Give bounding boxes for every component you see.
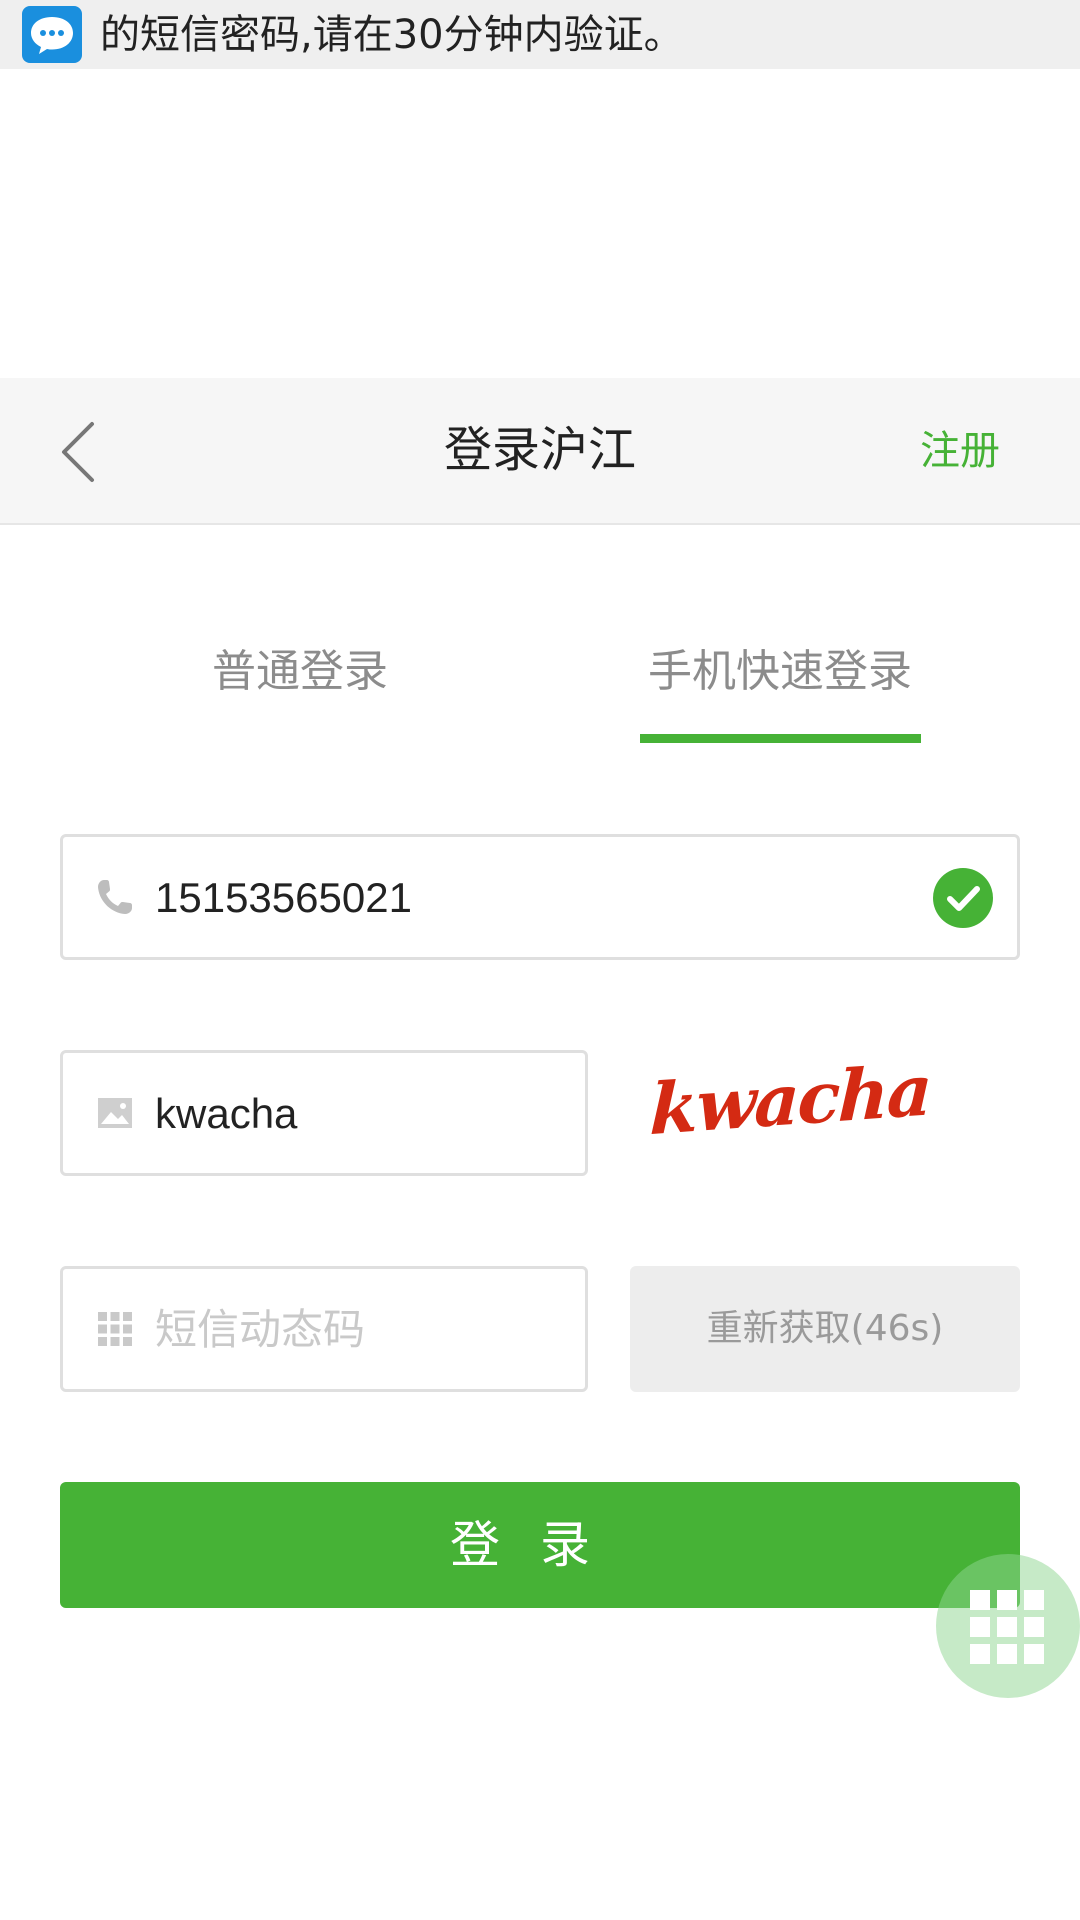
sms-code-placeholder: 短信动态码 [155, 1305, 366, 1354]
floating-menu-button[interactable] [936, 1554, 1080, 1698]
captcha-image-text: kwacha [648, 1048, 932, 1152]
grid-menu-icon [970, 1590, 1044, 1664]
page-title: 登录沪江 [443, 422, 636, 478]
login-button[interactable]: 登录 [60, 1482, 1020, 1608]
grid-icon [95, 1309, 135, 1349]
register-link[interactable]: 注册 [920, 422, 1000, 480]
sms-code-field[interactable]: 短信动态码 [60, 1266, 588, 1392]
tab-normal-login[interactable]: 普通登录 [200, 640, 400, 704]
image-icon [95, 1093, 135, 1133]
sms-notification-banner[interactable]: 的短信密码,请在30分钟内验证。 [0, 0, 1080, 69]
active-tab-indicator [640, 734, 921, 743]
phone-icon [95, 877, 135, 917]
captcha-value: kwacha [155, 1090, 298, 1137]
resend-code-button[interactable]: 重新获取(46s) [630, 1266, 1020, 1392]
app-header: 登录沪江 注册 [0, 378, 1080, 525]
captcha-field[interactable]: kwacha [60, 1050, 588, 1176]
chat-bubble-icon [22, 6, 82, 63]
check-circle-icon [933, 868, 993, 928]
notification-text: 的短信密码,请在30分钟内验证。 [100, 12, 684, 58]
phone-number-value: 15153565021 [155, 874, 412, 921]
tab-phone-quick-login[interactable]: 手机快速登录 [640, 640, 920, 704]
phone-number-field[interactable]: 15153565021 [60, 834, 1020, 960]
captcha-image[interactable]: kwacha [649, 1048, 932, 1160]
